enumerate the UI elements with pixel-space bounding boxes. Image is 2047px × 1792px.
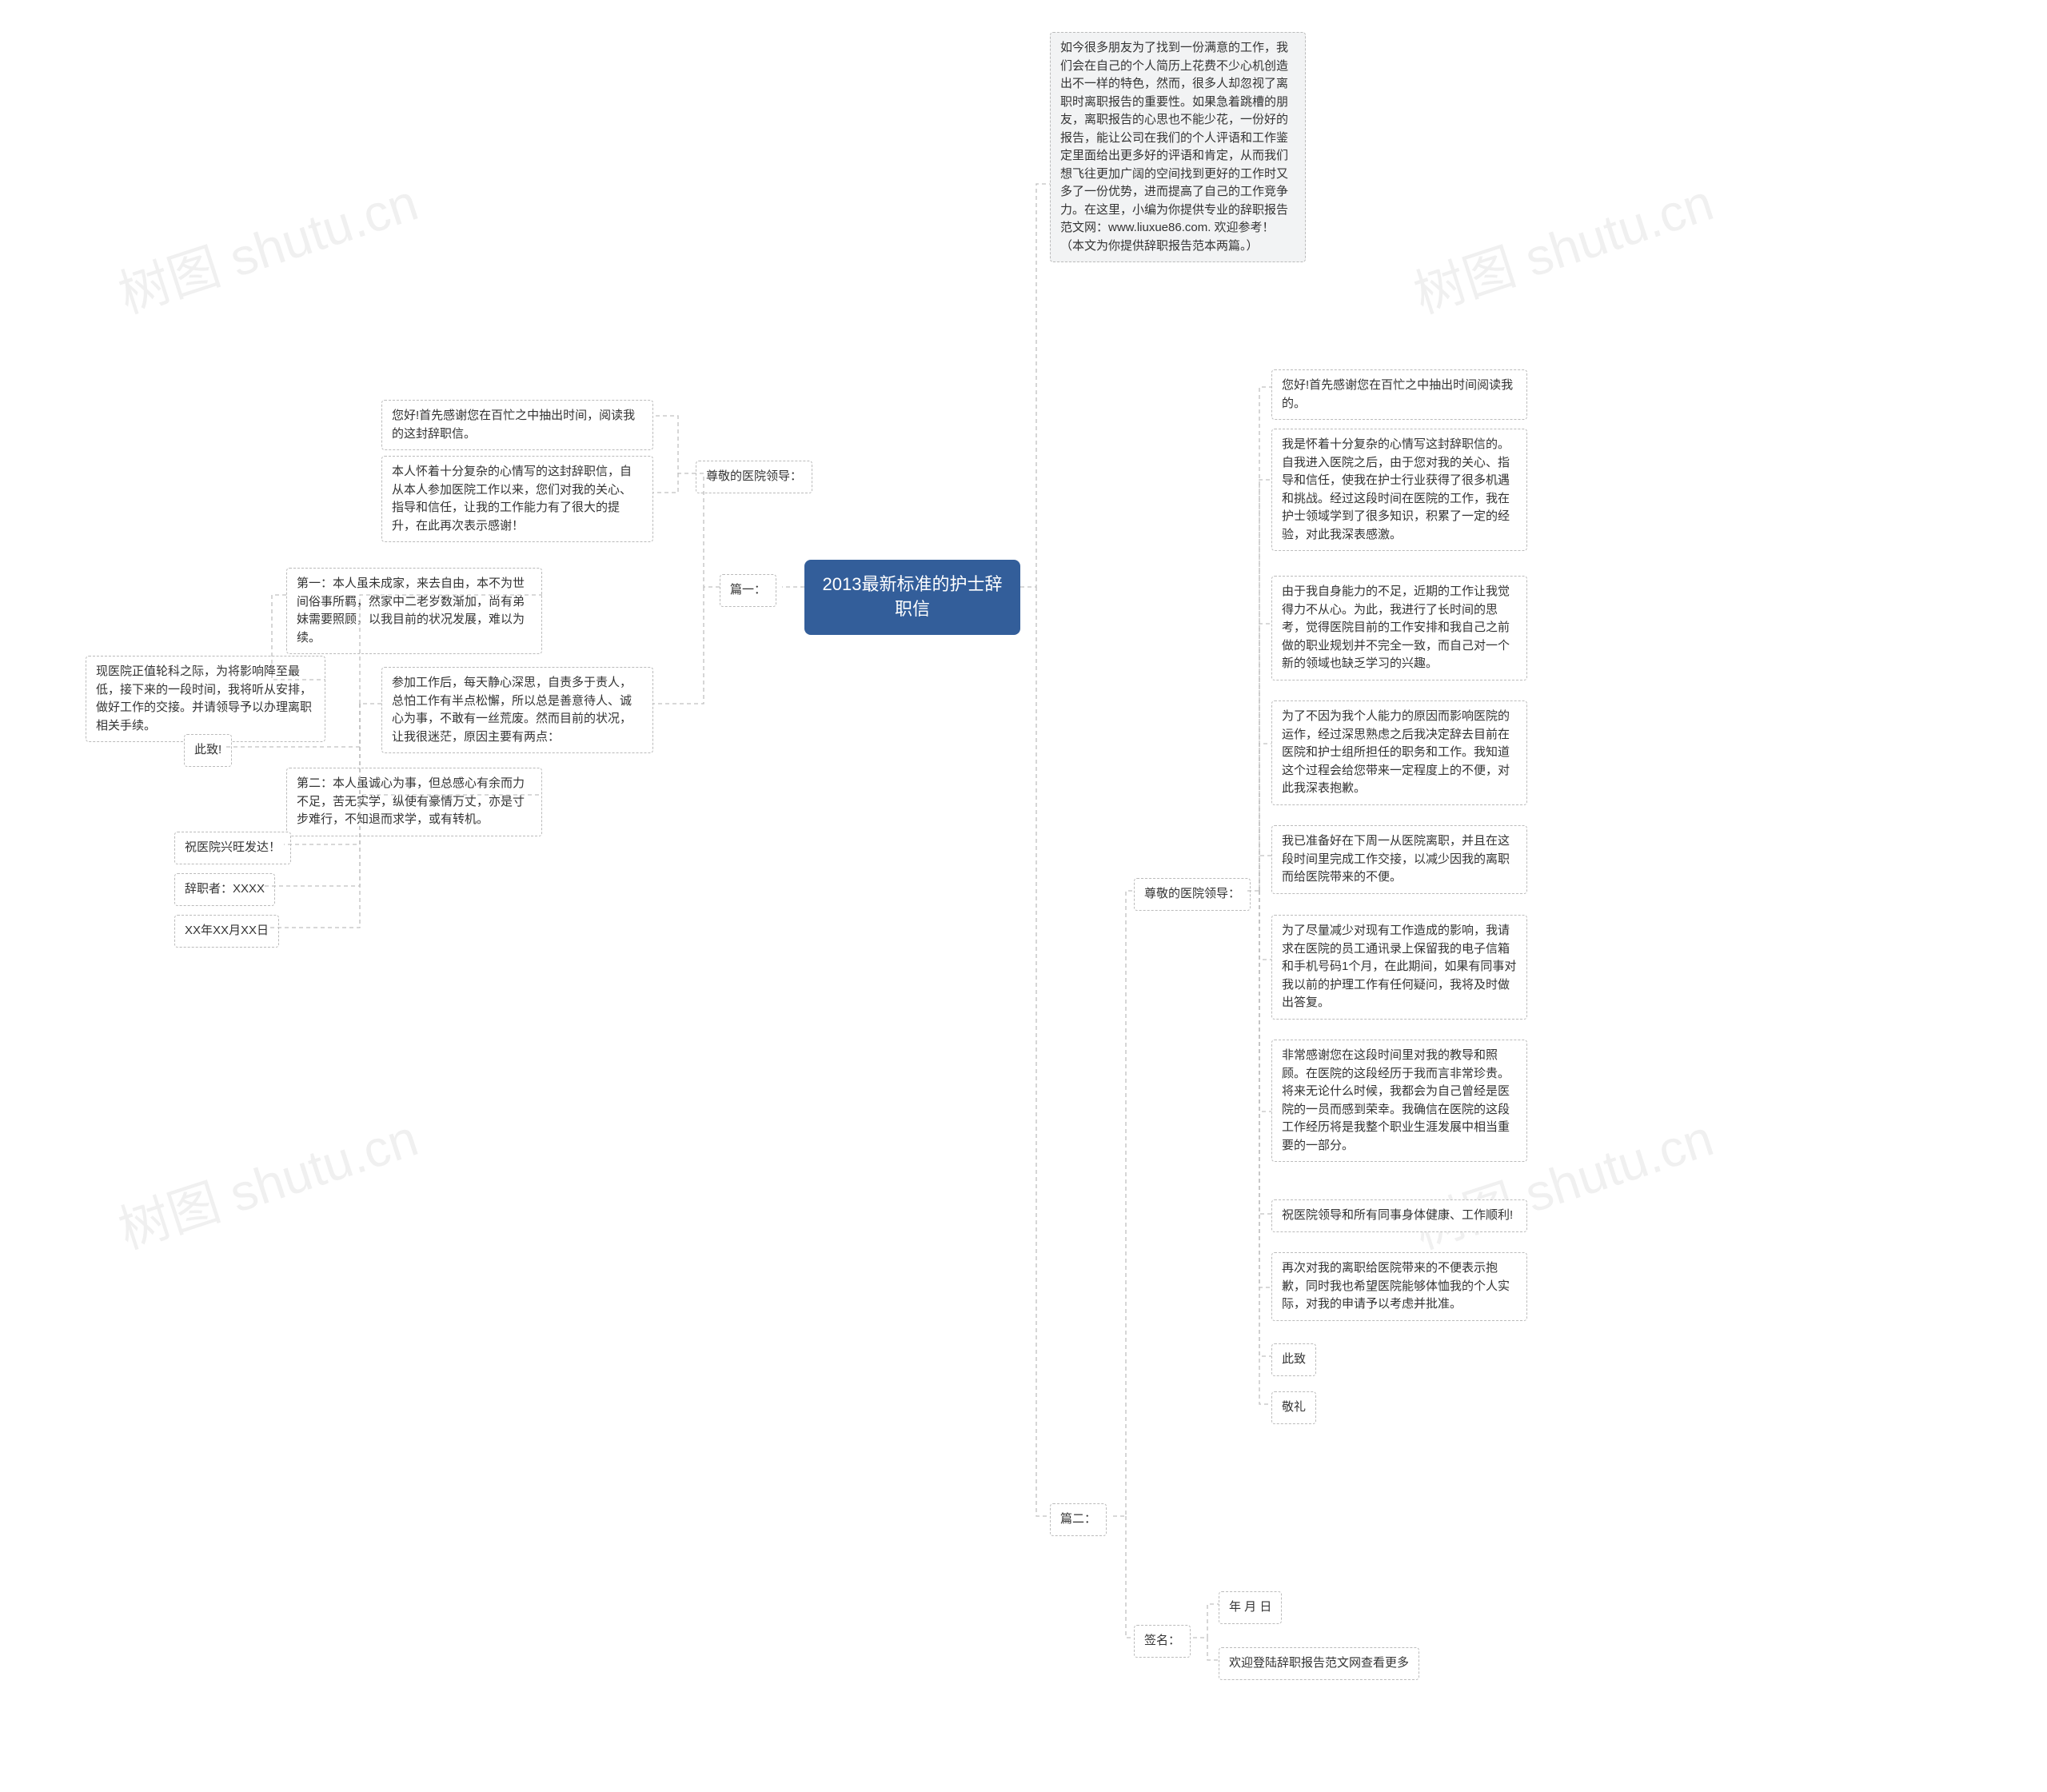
p2-para-9: 再次对我的离职给医院带来的不便表示抱歉，同时我也希望医院能够体恤我的个人实际，对… (1271, 1252, 1527, 1321)
p2-para-8: 祝医院领导和所有同事身体健康、工作顺利! (1271, 1199, 1527, 1232)
p1-salute-2: 祝医院兴旺发达！ (174, 832, 291, 864)
p2-salute-2: 敬礼 (1271, 1391, 1316, 1424)
watermark: 树图 shutu.cn (1403, 162, 1721, 327)
watermark: 树图 shutu.cn (108, 162, 425, 327)
p2-para-6: 为了尽量减少对现有工作造成的影响，我请求在医院的员工通讯录上保留我的电子信箱和手… (1271, 915, 1527, 1020)
root-node[interactable]: 2013最新标准的护士辞职信 (804, 560, 1020, 635)
p2-more-link[interactable]: 欢迎登陆辞职报告范文网查看更多 (1219, 1647, 1419, 1680)
p1-closing: 现医院正值轮科之际，为将影响降至最低，接下来的一段时间，我将听从安排，做好工作的… (86, 656, 325, 742)
p2-salute-1: 此致 (1271, 1343, 1316, 1376)
p1-leader[interactable]: 尊敬的医院领导： (696, 461, 812, 493)
chapter-1-label[interactable]: 篇一： (720, 574, 776, 607)
p2-para-7: 非常感谢您在这段时间里对我的教导和照顾。在医院的这段经历于我而言非常珍贵。将来无… (1271, 1040, 1527, 1162)
p2-para-5: 我已准备好在下周一从医院离职，并且在这段时间里完成工作交接，以减少因我的离职而给… (1271, 825, 1527, 894)
p2-para-3: 由于我自身能力的不足，近期的工作让我觉得力不从心。为此，我进行了长时间的思考，觉… (1271, 576, 1527, 680)
p1-salute-1: 此致! (184, 734, 232, 767)
watermark: 树图 shutu.cn (108, 1097, 425, 1263)
p2-leader[interactable]: 尊敬的医院领导： (1134, 878, 1251, 911)
preface-box: 如今很多朋友为了找到一份满意的工作，我们会在自己的个人简历上花费不少心机创造出不… (1050, 32, 1306, 262)
p1-reason-1: 第一：本人虽未成家，来去自由，本不为世间俗事所羁，然家中二老岁数渐加，尚有弟妹需… (286, 568, 542, 654)
p1-date: XX年XX月XX日 (174, 915, 279, 948)
p2-para-2: 我是怀着十分复杂的心情写这封辞职信的。自我进入医院之后，由于您对我的关心、指导和… (1271, 429, 1527, 551)
p2-para-4: 为了不因为我个人能力的原因而影响医院的运作，经过深思熟虑之后我决定辞去目前在医院… (1271, 700, 1527, 805)
p1-reason-2: 第二：本人虽诚心为事，但总感心有余而力不足，苦无实学，纵使有豪情万丈，亦是寸步难… (286, 768, 542, 836)
p1-signer: 辞职者：XXXX (174, 873, 275, 906)
p1-para-3: 参加工作后，每天静心深思，自责多于责人，总怕工作有半点松懈，所以总是善意待人、诚… (381, 667, 653, 753)
p2-para-1: 您好!首先感谢您在百忙之中抽出时间阅读我的。 (1271, 369, 1527, 420)
p1-para-2: 本人怀着十分复杂的心情写的这封辞职信，自从本人参加医院工作以来，您们对我的关心、… (381, 456, 653, 542)
chapter-2-label[interactable]: 篇二： (1050, 1503, 1107, 1536)
p2-sign-label: 签名： (1134, 1625, 1191, 1658)
p2-date: 年 月 日 (1219, 1591, 1282, 1624)
p1-para-1: 您好!首先感谢您在百忙之中抽出时间，阅读我的这封辞职信。 (381, 400, 653, 450)
connector-layer (0, 0, 2047, 1792)
